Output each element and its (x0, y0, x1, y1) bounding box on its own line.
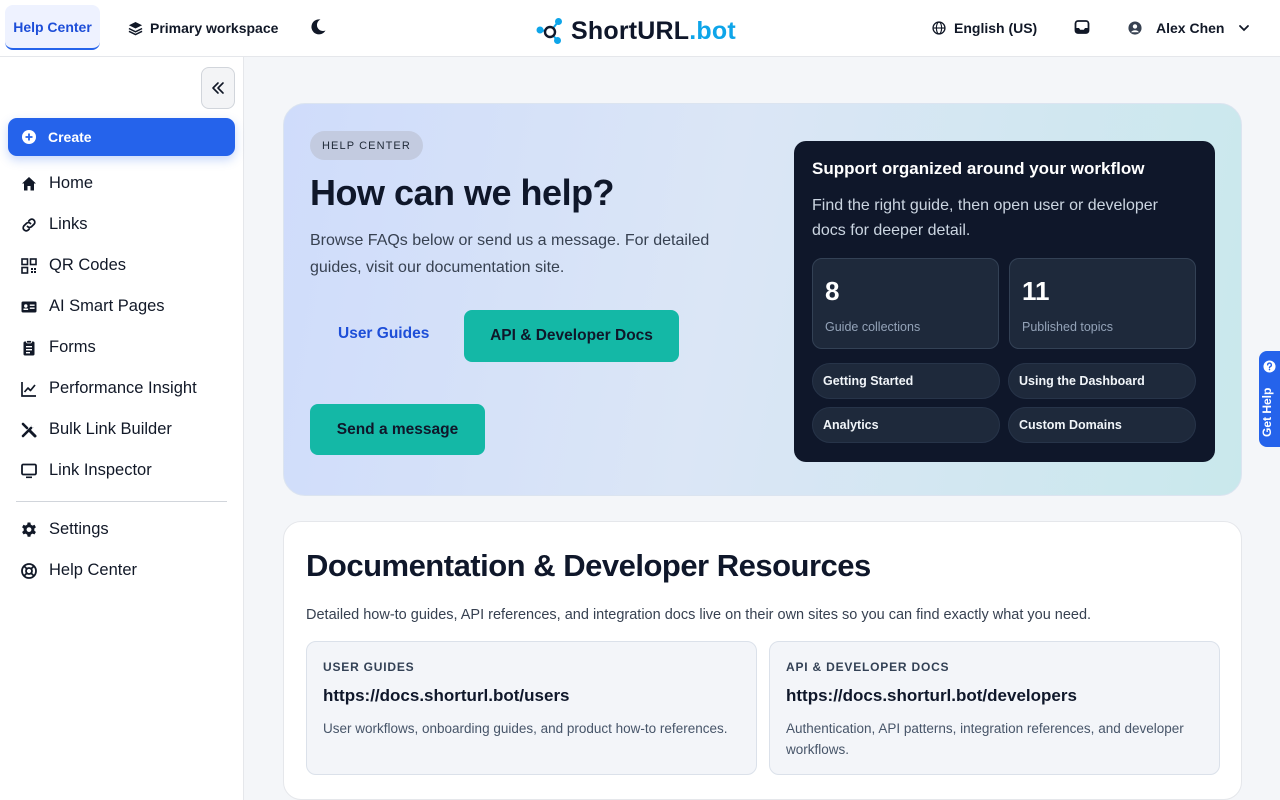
sidebar-item-label: Bulk Link Builder (49, 420, 172, 438)
topic-chip[interactable]: Getting Started (812, 363, 1000, 399)
hero-description: Browse FAQs below or send us a message. … (310, 232, 710, 276)
sidebar-item-home[interactable]: Home (0, 163, 244, 204)
plus-circle-icon (22, 130, 36, 144)
user-menu[interactable]: Alex Chen (1128, 17, 1250, 39)
sidebar-item-label: AI Smart Pages (49, 297, 165, 315)
stat-published-topics: 11 Published topics (1009, 258, 1196, 349)
create-label: Create (48, 129, 92, 145)
sidebar-divider (16, 501, 227, 502)
sidebar-item-links[interactable]: Links (0, 204, 244, 245)
doc-card-label: USER GUIDES (323, 660, 415, 674)
monitor-icon (21, 463, 37, 478)
sidebar-nav-bottom: Settings Help Center (0, 509, 244, 591)
moon-icon[interactable] (308, 17, 328, 37)
page-title: How can we help? (310, 172, 615, 213)
doc-card-description: User workflows, onboarding guides, and p… (323, 721, 728, 736)
lifebuoy-icon (21, 562, 37, 579)
doc-card-url[interactable]: https://docs.shorturl.bot/users (323, 686, 570, 706)
sidebar-item-bulk-link-builder[interactable]: Bulk Link Builder (0, 409, 244, 450)
docs-description: Detailed how-to guides, API references, … (306, 607, 1092, 623)
logo-icon (536, 18, 562, 44)
create-button[interactable]: Create (8, 118, 235, 156)
support-description: Find the right guide, then open user or … (812, 197, 1159, 239)
chevron-down-icon (1239, 25, 1250, 32)
user-guides-link[interactable]: User Guides (338, 325, 429, 345)
stat-value: 8 (825, 276, 840, 306)
workspace-name: Primary workspace (150, 20, 279, 36)
help-circle-icon (1263, 360, 1276, 373)
sidebar-item-label: Help Center (49, 561, 138, 579)
topic-chip[interactable]: Using the Dashboard (1008, 363, 1196, 399)
sidebar-item-ai-smart-pages[interactable]: AI Smart Pages (0, 286, 244, 327)
user-name: Alex Chen (1156, 20, 1225, 36)
stat-guide-collections: 8 Guide collections (812, 258, 999, 349)
api-docs-button[interactable]: API & Developer Docs (464, 310, 679, 362)
id-card-icon (21, 301, 37, 312)
sidebar-item-settings[interactable]: Settings (0, 509, 244, 550)
docs-title: Documentation & Developer Resources (306, 548, 871, 583)
double-chevron-left-icon (212, 82, 224, 94)
topic-chip[interactable]: Analytics (812, 407, 1000, 443)
logo-text: ShortURL.bot (571, 16, 736, 45)
hero-panel: HELP CENTER How can we help? Browse FAQs… (283, 103, 1242, 496)
sidebar-item-label: Forms (49, 338, 96, 356)
sidebar-item-label: Settings (49, 520, 109, 538)
sidebar: Create Home Links QR Codes AI Smart Page… (0, 57, 244, 800)
chart-line-icon (21, 381, 36, 397)
sidebar-item-label: Link Inspector (49, 461, 152, 479)
sidebar-item-help-center[interactable]: Help Center (0, 550, 244, 591)
gear-icon (22, 522, 36, 537)
sidebar-item-label: QR Codes (49, 256, 127, 274)
doc-card-url[interactable]: https://docs.shorturl.bot/developers (786, 686, 1077, 706)
get-help-tab[interactable]: Get Help (1259, 351, 1280, 447)
inbox-icon[interactable] (1074, 19, 1090, 35)
user-guides-card[interactable]: USER GUIDES https://docs.shorturl.bot/us… (306, 641, 757, 775)
doc-card-description: Authentication, API patterns, integratio… (786, 721, 1184, 757)
stat-value: 11 (1022, 276, 1050, 306)
sidebar-item-performance-insight[interactable]: Performance Insight (0, 368, 244, 409)
topic-chip[interactable]: Custom Domains (1008, 407, 1196, 443)
doc-card-label: API & DEVELOPER DOCS (786, 660, 950, 674)
tools-icon (21, 422, 37, 437)
language-selector[interactable]: English (US) (932, 17, 1037, 39)
user-avatar-icon (1128, 21, 1142, 35)
get-help-label: Get Help (1260, 387, 1274, 437)
hero-badge: HELP CENTER (310, 131, 423, 160)
home-icon (22, 176, 36, 190)
language-label: English (US) (954, 20, 1038, 36)
logo[interactable]: ShortURL.bot (535, 14, 736, 48)
support-card: Support organized around your workflow F… (794, 141, 1215, 462)
sidebar-item-qr-codes[interactable]: QR Codes (0, 245, 244, 286)
qr-code-icon (21, 257, 37, 274)
stat-label: Published topics (1022, 320, 1114, 334)
developer-docs-card[interactable]: API & DEVELOPER DOCS https://docs.shortu… (769, 641, 1220, 775)
sidebar-item-label: Links (49, 215, 88, 233)
tab-help-center[interactable]: Help Center (5, 5, 100, 50)
layers-icon (128, 21, 143, 35)
docs-section: Documentation & Developer Resources Deta… (283, 521, 1242, 800)
support-title: Support organized around your workflow (812, 159, 1145, 178)
globe-icon (932, 21, 946, 35)
workspace-switcher[interactable]: Primary workspace (128, 17, 278, 39)
sidebar-item-link-inspector[interactable]: Link Inspector (0, 450, 244, 491)
link-icon (22, 217, 36, 232)
sidebar-nav: Home Links QR Codes AI Smart Pages Forms… (0, 163, 244, 491)
clipboard-icon (23, 339, 35, 355)
sidebar-item-forms[interactable]: Forms (0, 327, 244, 368)
collapse-sidebar-button[interactable] (201, 67, 235, 109)
send-message-button[interactable]: Send a message (310, 404, 485, 455)
stat-label: Guide collections (825, 320, 921, 334)
sidebar-item-label: Home (49, 174, 94, 192)
sidebar-item-label: Performance Insight (49, 379, 197, 397)
top-bar: Help Center Primary workspace ShortURL.b… (0, 0, 1280, 57)
